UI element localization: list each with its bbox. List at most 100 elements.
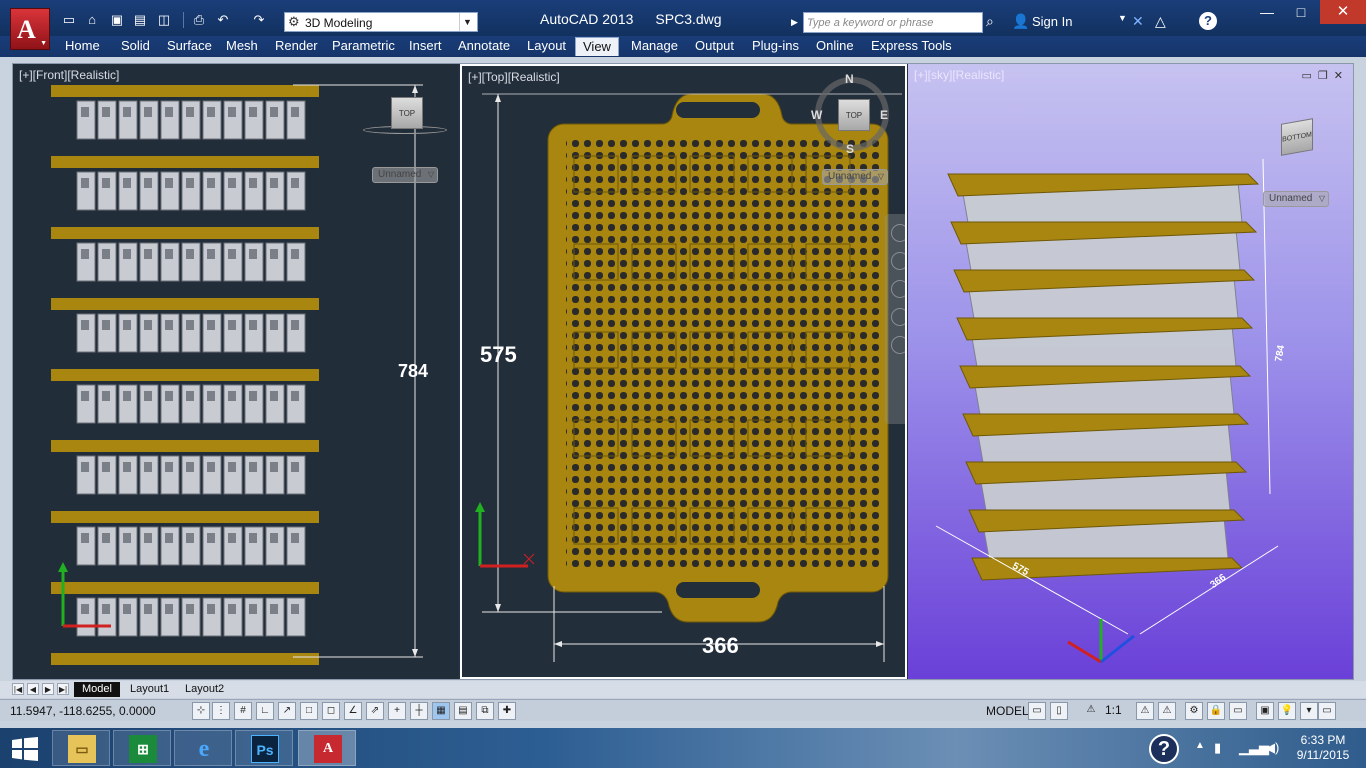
user-icon[interactable]: 👤 <box>1012 13 1029 30</box>
new-file-icon[interactable]: ▭ <box>60 11 78 28</box>
named-view-dropdown[interactable]: Unnamed ▽ <box>1263 191 1329 207</box>
taskbar-photoshop[interactable]: Ps <box>235 730 293 766</box>
minimize-button[interactable]: — <box>1250 0 1284 24</box>
viewport-restore-icon[interactable]: ❐ <box>1318 70 1328 82</box>
viewport-minimize-icon[interactable]: ▭ <box>1302 70 1312 82</box>
chevron-up-icon[interactable]: ▲ <box>1195 740 1205 751</box>
compass-north[interactable]: N <box>845 72 854 86</box>
taskbar-autocad[interactable]: A <box>298 730 356 766</box>
sign-in-button[interactable]: Sign In <box>1032 14 1072 29</box>
search-expand-icon[interactable]: ▶ <box>791 12 801 32</box>
tab-plug-ins[interactable]: Plug-ins <box>745 37 806 56</box>
zoom-icon[interactable] <box>891 280 905 298</box>
grid-display-icon[interactable]: # <box>234 702 252 720</box>
drawing-area[interactable]: [+][Front][Realistic] TOP Unnamed ▽ 784 [… <box>12 63 1354 680</box>
annotation-visibility-icon[interactable]: ⚠ <box>1136 702 1154 720</box>
workspace-dropdown[interactable]: ⚙ 3D Modeling ▼ <box>284 12 478 32</box>
infer-constraints-icon[interactable]: ⊹ <box>192 702 210 720</box>
undo-icon[interactable]: ↶ <box>214 11 232 28</box>
taskbar-windows-store[interactable]: ⊞ <box>113 730 171 766</box>
annotation-monitor-icon[interactable]: ✚ <box>498 702 516 720</box>
snap-mode-icon[interactable]: ⋮ <box>212 702 230 720</box>
status-menu-icon[interactable]: ▾ <box>1300 702 1318 720</box>
steering-wheel-icon[interactable] <box>891 224 905 242</box>
viewport-label[interactable]: [+][Front][Realistic] <box>19 68 119 82</box>
auto-scale-icon[interactable]: ⚠ <box>1158 702 1176 720</box>
redo-icon[interactable]: ↷ <box>250 11 268 28</box>
taskbar-file-explorer[interactable]: ▭ <box>52 730 110 766</box>
object-snap-tracking-icon[interactable]: ∠ <box>344 702 362 720</box>
object-snap-icon[interactable]: □ <box>300 702 318 720</box>
compass-south[interactable]: S <box>846 142 854 156</box>
viewcube[interactable]: TOP <box>838 99 870 131</box>
coordinates-readout[interactable]: 11.5947, -118.6255, 0.0000 <box>10 704 156 718</box>
tab-model[interactable]: Model <box>74 682 120 697</box>
open-folder-icon[interactable]: ⌂ <box>83 11 101 28</box>
print-icon[interactable]: ⎙ <box>190 11 208 28</box>
hardware-acceleration-icon[interactable]: ▭ <box>1229 702 1247 720</box>
taskbar-internet-explorer[interactable]: e <box>174 730 232 766</box>
pan-icon[interactable] <box>891 252 905 270</box>
exchange-apps-icon[interactable]: ✕ <box>1132 13 1144 30</box>
viewport-close-icon[interactable]: ✕ <box>1334 70 1343 82</box>
binoculars-icon[interactable]: ⌕ <box>986 13 994 30</box>
polar-tracking-icon[interactable]: ↗ <box>278 702 296 720</box>
maximize-button[interactable]: □ <box>1284 0 1318 24</box>
compass-west[interactable]: W <box>811 108 822 122</box>
3d-object-snap-icon[interactable]: ◻ <box>322 702 340 720</box>
ortho-mode-icon[interactable]: ∟ <box>256 702 274 720</box>
transparency-icon[interactable]: ▦ <box>432 702 450 720</box>
application-menu-button[interactable]: A ▼ <box>10 8 50 50</box>
help-icon[interactable]: ? <box>1149 734 1179 764</box>
help-icon[interactable]: ? <box>1199 12 1217 30</box>
selection-cycling-icon[interactable]: ⧉ <box>476 702 494 720</box>
viewcube[interactable]: TOP <box>391 97 423 129</box>
light-bulb-icon[interactable]: 💡 <box>1278 702 1296 720</box>
annotation-scale-icon[interactable]: ⚠ <box>1082 702 1100 720</box>
showmotion-icon[interactable] <box>891 336 905 354</box>
tab-layout2[interactable]: Layout2 <box>177 682 232 697</box>
tab-insert[interactable]: Insert <box>402 37 449 56</box>
tab-render[interactable]: Render <box>268 37 325 56</box>
dynamic-ucs-icon[interactable]: ⇗ <box>366 702 384 720</box>
annotation-scale-dropdown[interactable]: 1:1 <box>1105 703 1122 717</box>
clean-screen-icon[interactable]: ▭ <box>1318 702 1336 720</box>
viewcube[interactable]: BOTTOM <box>1281 118 1313 156</box>
compass-east[interactable]: E <box>880 108 888 122</box>
tab-layout1[interactable]: Layout1 <box>122 682 177 697</box>
save-as-icon[interactable]: ▤ <box>131 11 149 28</box>
tab-solid[interactable]: Solid <box>114 37 157 56</box>
navigation-bar[interactable] <box>885 214 905 424</box>
tab-annotate[interactable]: Annotate <box>451 37 517 56</box>
search-input[interactable]: Type a keyword or phrase <box>803 12 983 33</box>
tab-view[interactable]: View <box>575 37 619 56</box>
quick-view-drawings-icon[interactable]: ▯ <box>1050 702 1068 720</box>
workspace-switching-icon[interactable]: ⚙ <box>1185 702 1203 720</box>
quick-view-layouts-icon[interactable]: ▭ <box>1028 702 1046 720</box>
publish-icon[interactable]: ◫ <box>155 11 173 28</box>
viewport-top[interactable]: [+][Top][Realistic] N S E W TOP Unnamed … <box>460 64 907 679</box>
first-layout-icon[interactable]: |◀ <box>12 683 24 695</box>
named-view-dropdown[interactable]: Unnamed ▽ <box>372 167 438 183</box>
viewport-label[interactable]: [+][sky][Realistic] <box>914 68 1004 82</box>
tab-manage[interactable]: Manage <box>624 37 685 56</box>
autodesk-360-icon[interactable]: △ <box>1155 13 1166 30</box>
model-space-toggle[interactable]: MODEL <box>986 704 1029 718</box>
viewport-label[interactable]: [+][Top][Realistic] <box>468 70 560 84</box>
tab-express-tools[interactable]: Express Tools <box>864 37 959 56</box>
close-button[interactable]: ✕ <box>1320 0 1366 24</box>
power-icon[interactable]: ▮ <box>1214 740 1221 756</box>
tab-home[interactable]: Home <box>58 37 107 56</box>
tab-output[interactable]: Output <box>688 37 741 56</box>
orbit-icon[interactable] <box>891 308 905 326</box>
windows-start-icon[interactable] <box>12 737 38 761</box>
next-layout-icon[interactable]: ▶ <box>42 683 54 695</box>
tab-mesh[interactable]: Mesh <box>219 37 265 56</box>
tab-parametric[interactable]: Parametric <box>325 37 402 56</box>
dynamic-input-icon[interactable]: + <box>388 702 406 720</box>
lock-ui-icon[interactable]: 🔒 <box>1207 702 1225 720</box>
last-layout-icon[interactable]: ▶| <box>57 683 69 695</box>
lineweight-icon[interactable]: ┼ <box>410 702 428 720</box>
viewport-front[interactable]: [+][Front][Realistic] TOP Unnamed ▽ 784 <box>13 64 458 679</box>
system-clock[interactable]: 6:33 PM 9/11/2015 <box>1290 733 1356 763</box>
